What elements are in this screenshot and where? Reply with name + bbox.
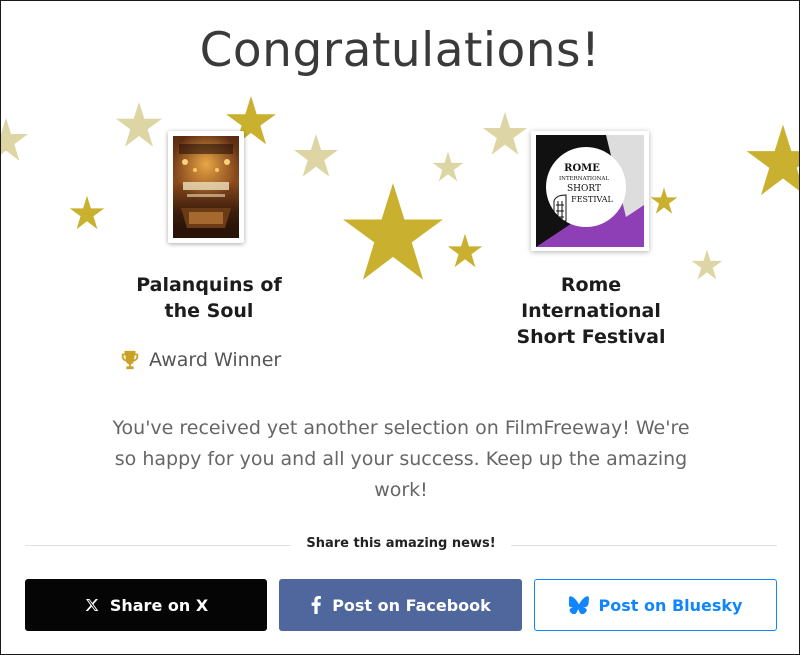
- logo-text-festival: FESTIVAL: [571, 195, 613, 204]
- logo-text-rome: ROME: [564, 163, 600, 174]
- festival-logo[interactable]: ROME INTERNATIONAL SHORT FESTIVAL: [531, 131, 649, 251]
- bluesky-butterfly-icon: [568, 596, 589, 614]
- logo-text-short: SHORT: [567, 184, 601, 194]
- star-icon: [650, 187, 678, 214]
- post-on-bluesky-label: Post on Bluesky: [598, 595, 743, 615]
- film-poster[interactable]: [168, 131, 244, 243]
- festival-name[interactable]: Rome International Short Festival: [481, 272, 701, 350]
- post-on-facebook-label: Post on Facebook: [332, 595, 491, 615]
- share-heading: Share this amazing news!: [306, 536, 496, 551]
- star-icon: [1, 117, 29, 161]
- film-poster-image: [173, 136, 239, 238]
- x-logo-icon: [85, 599, 99, 611]
- award-label: Award Winner: [149, 349, 282, 371]
- film-title-line: Palanquins of: [136, 274, 282, 296]
- film-title-line: the Soul: [164, 300, 254, 322]
- star-icon: [447, 233, 483, 268]
- star-icon: [293, 133, 339, 177]
- message-line: work!: [374, 479, 428, 501]
- star-icon: [432, 151, 464, 182]
- trophy-icon: [121, 350, 139, 370]
- logo-text-international: INTERNATIONAL: [559, 176, 609, 182]
- festival-name-line: Rome: [560, 274, 622, 296]
- message-line: so happy for you and all your success. K…: [114, 448, 688, 470]
- film-title[interactable]: Palanquins of the Soul: [99, 272, 319, 324]
- divider-left: [25, 545, 291, 546]
- message-line: You've received yet another selection on…: [112, 417, 690, 439]
- share-on-x-label: Share on X: [109, 595, 209, 615]
- award-badge: Award Winner: [119, 346, 281, 374]
- star-icon: [746, 124, 799, 196]
- facebook-icon: [311, 596, 322, 614]
- page-title: Congratulations!: [199, 23, 601, 78]
- congrats-message: You've received yet another selection on…: [71, 413, 731, 506]
- festival-name-line: Short Festival: [516, 326, 666, 348]
- congratulations-modal: Congratulations! ROME INTERNATIONAL SHOR…: [0, 0, 800, 655]
- star-icon: [343, 183, 443, 280]
- post-on-bluesky-button[interactable]: Post on Bluesky: [534, 579, 777, 631]
- star-icon: [69, 195, 105, 230]
- share-on-x-button[interactable]: Share on X: [25, 579, 267, 631]
- festival-logo-image: ROME INTERNATIONAL SHORT FESTIVAL: [536, 135, 644, 247]
- star-icon: [482, 111, 528, 155]
- divider-right: [511, 545, 777, 546]
- star-icon: [115, 101, 163, 147]
- poster-artwork: [173, 136, 239, 238]
- post-on-facebook-button[interactable]: Post on Facebook: [279, 579, 522, 631]
- festival-logo-artwork: ROME INTERNATIONAL SHORT FESTIVAL: [536, 135, 644, 247]
- festival-name-line: International: [521, 300, 661, 322]
